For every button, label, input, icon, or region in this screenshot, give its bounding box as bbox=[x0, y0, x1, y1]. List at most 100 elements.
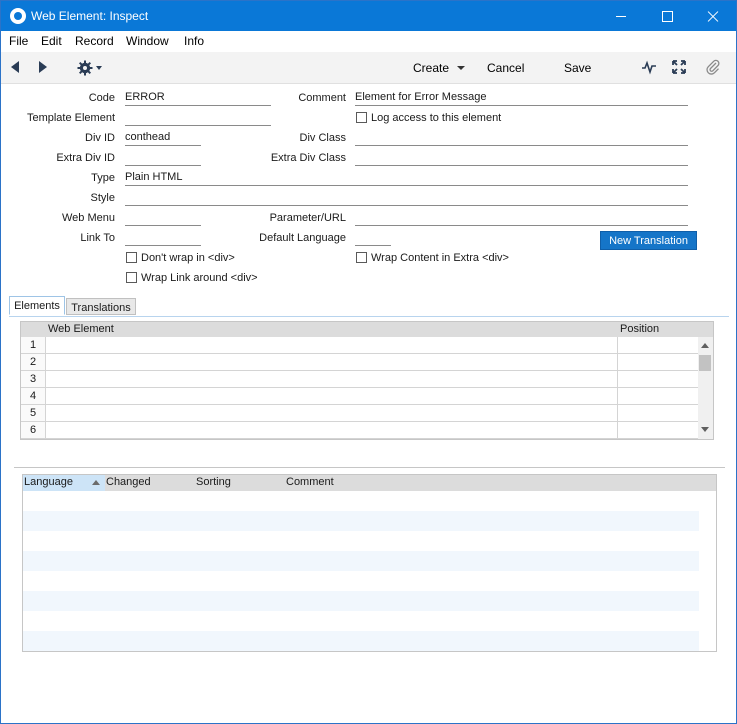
gear-icon[interactable] bbox=[76, 59, 106, 77]
wrap-content-checkbox[interactable] bbox=[356, 252, 367, 263]
vertical-scrollbar[interactable] bbox=[698, 337, 713, 439]
menu-file[interactable]: File bbox=[9, 34, 28, 48]
minimize-button[interactable] bbox=[598, 1, 644, 31]
elements-table: Web Element Position 1 2 3 4 5 6 bbox=[20, 321, 714, 440]
link-to-field[interactable] bbox=[125, 231, 201, 246]
window-title: Web Element: Inspect bbox=[31, 9, 149, 23]
tab-translations[interactable]: Translations bbox=[66, 298, 136, 315]
table-row[interactable]: 6 bbox=[21, 422, 698, 439]
list-item[interactable] bbox=[23, 511, 699, 531]
type-label: Type bbox=[91, 172, 115, 184]
list-item[interactable] bbox=[23, 611, 699, 631]
title-bar: Web Element: Inspect bbox=[1, 1, 736, 31]
code-label: Code bbox=[88, 92, 115, 104]
paperclip-icon[interactable] bbox=[705, 59, 721, 75]
table-row[interactable]: 4 bbox=[21, 388, 698, 405]
toolbar: Create Cancel Save bbox=[1, 52, 736, 84]
menu-window[interactable]: Window bbox=[126, 34, 169, 48]
column-divider bbox=[617, 405, 618, 421]
menu-record[interactable]: Record bbox=[75, 34, 114, 48]
row-number: 2 bbox=[21, 354, 46, 370]
divider bbox=[14, 467, 725, 468]
wrap-link-checkbox[interactable] bbox=[126, 272, 137, 283]
scroll-up-icon[interactable] bbox=[701, 343, 709, 348]
table-row[interactable]: 1 bbox=[21, 337, 698, 354]
list-item[interactable] bbox=[23, 531, 699, 551]
comment-label: Comment bbox=[298, 92, 346, 104]
div-id-field[interactable]: conthead bbox=[125, 131, 201, 146]
web-menu-field[interactable] bbox=[125, 211, 201, 226]
table-row[interactable]: 5 bbox=[21, 405, 698, 422]
row-number: 3 bbox=[21, 371, 46, 387]
web-menu-label: Web Menu bbox=[62, 212, 115, 224]
row-number: 6 bbox=[21, 422, 46, 438]
template-element-field[interactable] bbox=[125, 111, 271, 126]
div-id-label: Div ID bbox=[85, 132, 115, 144]
elements-table-header: Web Element Position bbox=[21, 322, 713, 337]
next-record-icon[interactable] bbox=[39, 61, 47, 73]
column-divider bbox=[617, 388, 618, 404]
cancel-button[interactable]: Cancel bbox=[487, 61, 524, 75]
list-item[interactable] bbox=[23, 551, 699, 571]
div-class-label: Div Class bbox=[299, 132, 346, 144]
activity-icon[interactable] bbox=[641, 59, 657, 75]
maximize-button[interactable] bbox=[644, 1, 690, 31]
type-field[interactable]: Plain HTML bbox=[125, 171, 688, 186]
column-sorting[interactable]: Sorting bbox=[196, 476, 231, 488]
parameter-url-label: Parameter/URL bbox=[269, 212, 346, 224]
extra-div-class-field[interactable] bbox=[355, 151, 688, 166]
app-logo-icon bbox=[10, 8, 26, 24]
column-divider bbox=[617, 354, 618, 370]
dont-wrap-checkbox[interactable] bbox=[126, 252, 137, 263]
column-changed[interactable]: Changed bbox=[106, 476, 151, 488]
default-language-label: Default Language bbox=[259, 232, 346, 244]
wrap-link-label: Wrap Link around <div> bbox=[141, 272, 258, 284]
new-translation-button[interactable]: New Translation bbox=[600, 231, 697, 250]
column-comment[interactable]: Comment bbox=[286, 476, 334, 488]
close-button[interactable] bbox=[690, 1, 736, 31]
template-element-label: Template Element bbox=[26, 112, 115, 124]
log-access-checkbox[interactable] bbox=[356, 112, 367, 123]
tab-elements[interactable]: Elements bbox=[9, 296, 65, 315]
column-web-element[interactable]: Web Element bbox=[48, 323, 114, 335]
column-language[interactable]: Language bbox=[24, 476, 73, 488]
expand-icon[interactable] bbox=[671, 59, 687, 75]
code-field[interactable]: ERROR bbox=[125, 91, 271, 106]
scroll-down-icon[interactable] bbox=[701, 427, 709, 432]
column-position[interactable]: Position bbox=[620, 323, 659, 335]
create-button[interactable]: Create bbox=[413, 61, 466, 75]
extra-div-id-field[interactable] bbox=[125, 151, 201, 166]
row-number: 5 bbox=[21, 405, 46, 421]
save-button[interactable]: Save bbox=[564, 61, 591, 75]
list-item[interactable] bbox=[23, 591, 699, 611]
menu-info[interactable]: Info bbox=[184, 34, 204, 48]
chevron-down-icon bbox=[457, 66, 466, 70]
column-divider bbox=[617, 371, 618, 387]
previous-record-icon[interactable] bbox=[11, 61, 19, 73]
list-item[interactable] bbox=[23, 491, 699, 511]
column-divider bbox=[617, 422, 618, 438]
list-item[interactable] bbox=[23, 631, 699, 651]
menu-bar: File Edit Record Window Info bbox=[1, 31, 736, 52]
log-access-label: Log access to this element bbox=[371, 112, 502, 124]
menu-edit[interactable]: Edit bbox=[41, 34, 62, 48]
column-divider bbox=[617, 337, 618, 353]
div-class-field[interactable] bbox=[355, 131, 688, 146]
table-row[interactable]: 3 bbox=[21, 371, 698, 388]
translations-table: Language Changed Sorting Comment bbox=[22, 474, 717, 652]
link-to-label: Link To bbox=[80, 232, 115, 244]
table-row[interactable]: 2 bbox=[21, 354, 698, 371]
extra-div-id-label: Extra Div ID bbox=[56, 152, 115, 164]
scroll-thumb[interactable] bbox=[699, 355, 711, 371]
style-label: Style bbox=[90, 192, 115, 204]
window: Web Element: Inspect File Edit Record Wi… bbox=[0, 0, 737, 724]
default-language-field[interactable] bbox=[355, 231, 391, 246]
parameter-url-field[interactable] bbox=[355, 211, 688, 226]
dont-wrap-label: Don't wrap in <div> bbox=[141, 252, 235, 264]
sort-ascending-icon bbox=[92, 480, 100, 485]
style-field[interactable] bbox=[125, 191, 688, 206]
list-item[interactable] bbox=[23, 571, 699, 591]
tab-strip: Elements Translations bbox=[9, 295, 729, 317]
comment-field[interactable]: Element for Error Message bbox=[355, 91, 688, 106]
wrap-content-label: Wrap Content in Extra <div> bbox=[371, 252, 509, 264]
